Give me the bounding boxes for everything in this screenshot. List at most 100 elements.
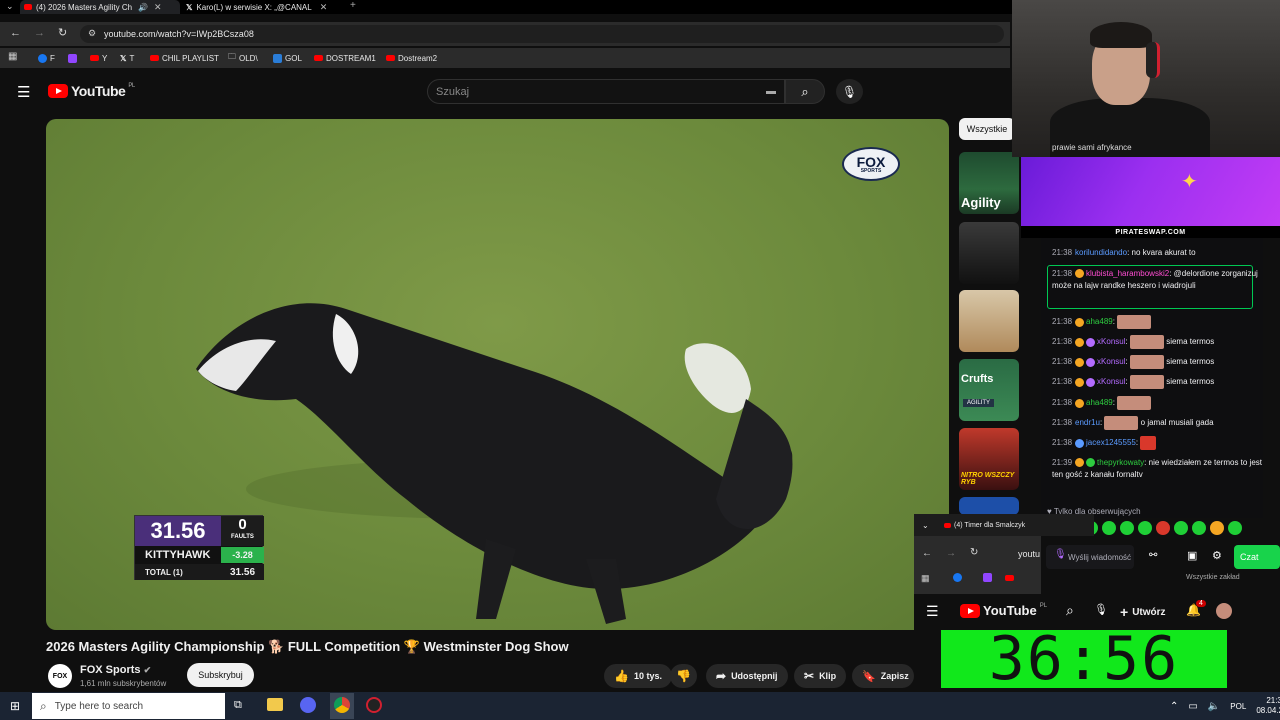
chat-message: 21:38 jacex1245555: [1052, 436, 1262, 450]
chat-input[interactable]: 🎙 Wyślij wiadomość [1046, 545, 1134, 569]
address-bar[interactable]: ⚙ youtube.com/watch?v=IWp2BCsza08 [80, 25, 1004, 43]
back-icon[interactable]: ← [922, 548, 932, 559]
tab-list-chevron-icon[interactable]: ⌄ [6, 1, 14, 12]
chat-username[interactable]: thepyrkowaty [1097, 458, 1144, 467]
search-input[interactable]: Szukaj ▬ [427, 79, 785, 104]
create-button[interactable]: + Utwórz [1120, 604, 1166, 620]
task-view-icon[interactable]: ⧉ [234, 699, 242, 712]
like-button[interactable]: 👍 10 tys. [604, 664, 672, 688]
new-tab-icon[interactable]: + [350, 0, 356, 11]
apps-grid-icon[interactable]: ▦ [921, 573, 930, 584]
store-icon[interactable]: ▣ [1187, 549, 1197, 562]
youtube-logo[interactable]: YouTube PL [48, 83, 135, 99]
subscribe-button[interactable]: Subskrybuj [187, 663, 254, 687]
bookmark-dostream2[interactable]: Dostream2 [386, 52, 437, 64]
menu-icon[interactable]: ☰ [17, 83, 30, 101]
channel-name[interactable]: FOX Sports ✔ [80, 664, 151, 676]
bookmark-chil-playlist[interactable]: CHIL PLAYLIST [150, 52, 219, 64]
mini-url[interactable]: youtu [1018, 549, 1040, 559]
youtube-logo[interactable]: YouTube PL [960, 603, 1047, 618]
emote-icon[interactable] [1138, 521, 1152, 535]
chevron-down-icon[interactable]: ⌄ [922, 521, 929, 530]
search-icon[interactable]: ⌕ [1066, 602, 1074, 619]
share-button[interactable]: ➦ Udostępnij [706, 664, 788, 688]
tab-active[interactable]: (4) 2026 Masters Agility Ch 🔊 ✕ [20, 0, 180, 14]
chat-username[interactable]: klubista_harambowski2 [1086, 269, 1169, 278]
apps-grid-icon[interactable]: ▦ [8, 51, 17, 62]
discord-icon[interactable] [300, 697, 316, 713]
chat-username[interactable]: aha489 [1086, 317, 1113, 326]
faults-box: 0 FAULTS [221, 516, 264, 546]
chat-username[interactable]: jacex1245555 [1086, 438, 1136, 447]
mini-bookmarks-folder[interactable]: Wszystkie zakład [1186, 574, 1240, 581]
chat-username[interactable]: xKonsul [1097, 337, 1125, 346]
speaker-icon[interactable]: 🔊 [138, 3, 148, 12]
emote-icon[interactable] [1192, 521, 1206, 535]
network-icon[interactable]: ▭ [1188, 701, 1197, 712]
tab-inactive[interactable]: 𝕏 Karo(L) w serwisie X: „@CANAL ✕ [182, 0, 342, 14]
youtube-icon[interactable] [1005, 575, 1014, 581]
channel-avatar[interactable]: FOX [48, 664, 72, 688]
clip-button[interactable]: ✂ Klip [794, 664, 847, 688]
chat-send-button[interactable]: Czat [1234, 545, 1280, 569]
total-label: TOTAL (1) [145, 567, 183, 577]
related-video-thumb[interactable] [959, 222, 1019, 284]
menu-icon[interactable]: ☰ [926, 603, 939, 620]
bookmark-gol[interactable]: GOL [273, 52, 302, 64]
emote-icon[interactable] [1228, 521, 1242, 535]
save-button[interactable]: 🔖 Zapisz [852, 664, 914, 688]
related-video-thumb[interactable]: Agility [959, 152, 1019, 214]
chat-settings-icon[interactable]: ⚯ [1149, 550, 1157, 561]
mini-browser-tab[interactable]: ⌄ (4) Timer dla Smalczyk [914, 514, 1094, 536]
voice-search-button[interactable]: 🎙 [836, 79, 863, 104]
chat-username[interactable]: aha489 [1086, 398, 1113, 407]
windows-start-icon[interactable]: ⊞ [10, 699, 20, 713]
emote-icon[interactable] [1120, 521, 1134, 535]
app-icon[interactable] [366, 697, 382, 713]
volume-icon[interactable]: 🔈 [1208, 701, 1220, 712]
bookmark-t[interactable]: 𝕏T [120, 52, 134, 64]
bookmark-y[interactable]: Y [90, 52, 107, 64]
clock[interactable]: 21:39 08.04.2026 [1256, 696, 1280, 716]
search-button[interactable]: ⌕ [785, 79, 825, 104]
dislike-button[interactable]: 👎 [670, 664, 697, 688]
facebook-icon[interactable] [953, 573, 962, 582]
sub-badge-icon [1086, 377, 1096, 387]
taskbar-search[interactable]: ⌕ Type here to search [32, 693, 225, 719]
site-info-icon[interactable]: ⚙ [88, 28, 96, 39]
close-tab-icon[interactable]: ✕ [154, 2, 162, 13]
thumb-label: Crufts [961, 373, 994, 385]
related-video-thumb[interactable]: Crufts AGILITY [959, 359, 1019, 421]
chat-username[interactable]: xKonsul [1097, 357, 1125, 366]
chevron-up-icon[interactable]: ⌃ [1170, 701, 1178, 712]
avatar[interactable] [1216, 603, 1232, 619]
chat-username[interactable]: xKonsul [1097, 377, 1125, 386]
reload-icon[interactable]: ↻ [58, 26, 67, 39]
chat-username[interactable]: endr1u [1075, 418, 1100, 427]
file-explorer-icon[interactable] [267, 698, 283, 711]
related-video-thumb[interactable] [959, 497, 1019, 515]
bookmark-twitch[interactable] [68, 52, 77, 64]
related-video-thumb[interactable] [959, 290, 1019, 352]
language-indicator[interactable]: POL [1230, 702, 1246, 711]
related-video-thumb[interactable]: NITRO WSZCZY RYB [959, 428, 1019, 490]
chat-username[interactable]: korilundidando [1075, 248, 1127, 257]
reload-icon[interactable]: ↻ [970, 547, 978, 558]
twitch-icon[interactable] [983, 573, 992, 582]
bookmark-old[interactable]: 🗀 OLD\ [228, 52, 258, 64]
emote-icon[interactable] [1156, 521, 1170, 535]
gear-icon[interactable]: ⚙ [1212, 549, 1222, 562]
emote-icon[interactable] [1174, 521, 1188, 535]
forward-icon[interactable]: → [946, 548, 956, 559]
chip-all[interactable]: Wszystkie [959, 118, 1015, 140]
close-tab-icon[interactable]: ✕ [320, 2, 328, 13]
bookmark-f[interactable]: F [38, 52, 55, 64]
emote-icon[interactable] [1102, 521, 1116, 535]
back-icon[interactable]: ← [10, 27, 21, 39]
emote-icon[interactable] [1210, 521, 1224, 535]
microphone-icon[interactable]: 🎙 [1094, 603, 1108, 616]
keyboard-icon[interactable]: ▬ [766, 86, 776, 97]
bookmark-dostream1[interactable]: DOSTREAM1 [314, 52, 376, 64]
run-time: 31.56 [135, 516, 221, 546]
forward-icon[interactable]: → [34, 27, 45, 39]
